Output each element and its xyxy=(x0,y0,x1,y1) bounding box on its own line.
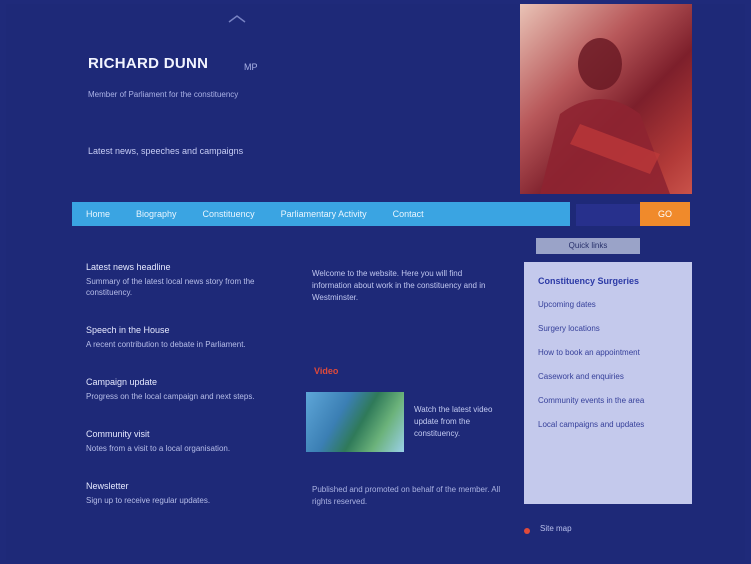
site-tagline: Member of Parliament for the constituenc… xyxy=(88,90,239,99)
video-thumbnail[interactable] xyxy=(306,392,404,452)
news-item-headline: Newsletter xyxy=(86,481,129,491)
sidebar-link[interactable]: How to book an appointment xyxy=(538,348,678,358)
nav-item-contact[interactable]: Contact xyxy=(393,209,424,219)
site-intro: Latest news, speeches and campaigns xyxy=(88,146,244,156)
site-title-suffix: MP xyxy=(244,62,258,72)
news-item[interactable]: Speech in the House A recent contributio… xyxy=(86,325,282,350)
search-input[interactable] xyxy=(576,204,640,226)
welcome-text: Welcome to the website. Here you will fi… xyxy=(312,269,486,302)
nav-item-constituency[interactable]: Constituency xyxy=(203,209,255,219)
main-navbar: Home Biography Constituency Parliamentar… xyxy=(72,202,570,226)
site-title: RICHARD DUNN xyxy=(88,55,209,72)
left-column: Latest news headline Summary of the late… xyxy=(86,262,282,533)
sidebar-panel: Constituency Surgeries Upcoming dates Su… xyxy=(524,262,692,504)
video-caption[interactable]: Watch the latest video update from the c… xyxy=(414,404,498,440)
sidebar-link[interactable]: Community events in the area xyxy=(538,396,678,406)
bullet-icon xyxy=(524,528,530,534)
news-item-summary: Notes from a visit to a local organisati… xyxy=(86,444,231,453)
news-item-headline: Campaign update xyxy=(86,377,158,387)
sidebar-link[interactable]: Upcoming dates xyxy=(538,300,678,310)
nav-item-parliamentary[interactable]: Parliamentary Activity xyxy=(281,209,367,219)
hero-photo-figure-icon xyxy=(540,38,670,194)
sidebar-link[interactable]: Casework and enquiries xyxy=(538,372,678,382)
news-item-headline: Community visit xyxy=(86,429,150,439)
hero-photo xyxy=(520,4,692,194)
news-item[interactable]: Campaign update Progress on the local ca… xyxy=(86,377,282,402)
sidebar-link[interactable]: Surgery locations xyxy=(538,324,678,334)
nav-item-home[interactable]: Home xyxy=(86,209,110,219)
sidebar-tab[interactable]: Quick links xyxy=(536,238,640,254)
middle-column: Welcome to the website. Here you will fi… xyxy=(312,268,502,304)
news-item[interactable]: Latest news headline Summary of the late… xyxy=(86,262,282,298)
sidebar-title: Constituency Surgeries xyxy=(538,276,640,286)
masthead-mark-icon xyxy=(228,15,246,23)
news-item-summary: Sign up to receive regular updates. xyxy=(86,496,211,505)
footer-link[interactable]: Site map xyxy=(540,524,572,533)
news-item-headline: Latest news headline xyxy=(86,262,171,272)
news-item[interactable]: Newsletter Sign up to receive regular up… xyxy=(86,481,282,506)
sidebar-link[interactable]: Local campaigns and updates xyxy=(538,420,678,430)
video-heading: Video xyxy=(314,366,339,376)
search-go-button[interactable]: GO xyxy=(640,202,690,226)
news-item[interactable]: Community visit Notes from a visit to a … xyxy=(86,429,282,454)
news-item-summary: A recent contribution to debate in Parli… xyxy=(86,340,246,349)
nav-item-biography[interactable]: Biography xyxy=(136,209,177,219)
news-item-summary: Progress on the local campaign and next … xyxy=(86,392,255,401)
news-item-summary: Summary of the latest local news story f… xyxy=(86,277,255,297)
middle-footer-text: Published and promoted on behalf of the … xyxy=(312,485,501,506)
news-item-headline: Speech in the House xyxy=(86,325,170,335)
